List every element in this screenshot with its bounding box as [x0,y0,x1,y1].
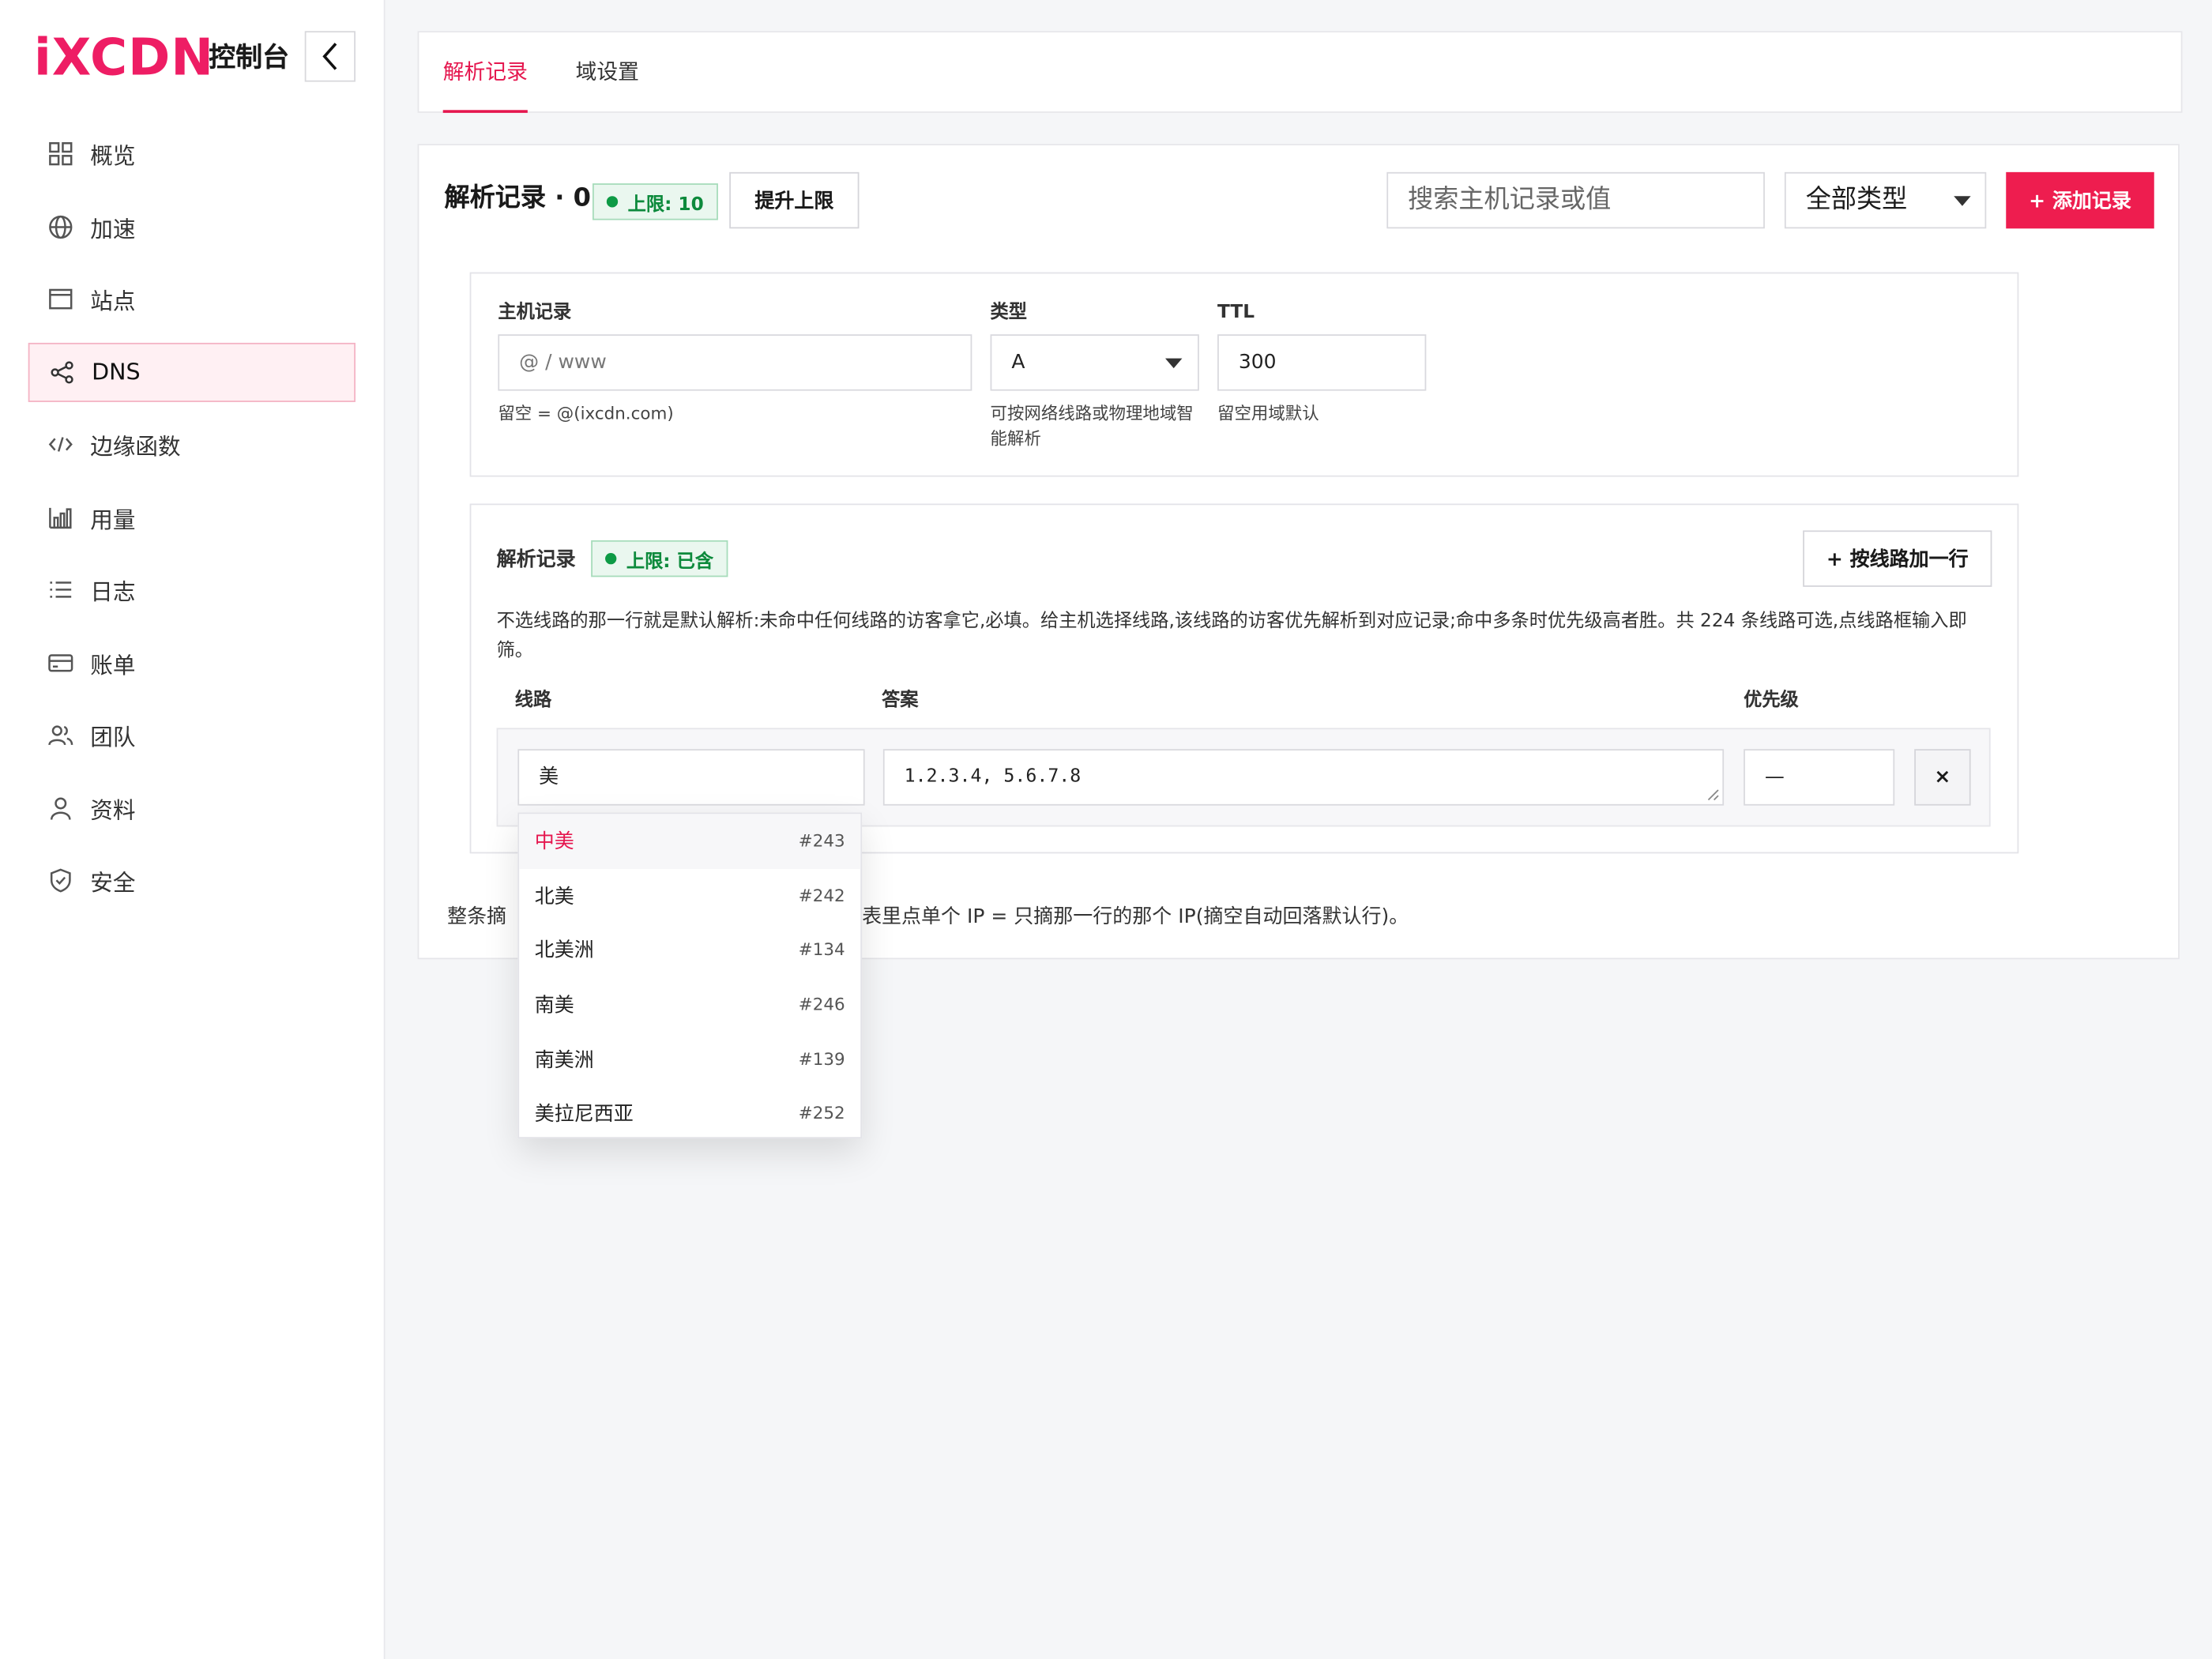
column-answer: 答案 [882,690,919,711]
add-line-row-button[interactable]: + 按线路加一行 [1803,530,1992,587]
sidebar-item-label: 团队 [90,724,136,750]
globe-icon [48,214,73,239]
sidebar: iXCDN 控制台 概览 加速 站点 DNS 边缘函数 用量 日志 账单 团队 … [0,0,386,1659]
dropdown-option[interactable]: 中美 #243 [519,814,861,869]
dropdown-option[interactable]: 美拉尼西亚 #252 [519,1086,860,1141]
sidebar-item-label: 账单 [90,651,136,679]
sidebar-item-label: 站点 [90,288,136,315]
type-select-value: A [1011,351,1025,374]
status-dot [606,196,619,208]
type-hint: 可按网络线路或物理地域智能解析 [990,403,1194,449]
sidebar-item-label: DNS [92,358,141,386]
type-filter-value: 全部类型 [1805,184,1908,215]
host-label: 主机记录 [498,302,572,323]
caret-down-icon [1164,358,1183,369]
type-select[interactable]: A [990,334,1199,391]
footer-note-left: 整条摘 [447,905,507,928]
window-icon [48,286,73,311]
code-icon [48,431,73,457]
type-filter-select[interactable]: 全部类型 [1784,171,1987,229]
sidebar-item-label: 边缘函数 [90,433,181,461]
raise-limit-button[interactable]: 提升上限 [729,171,860,229]
console-title: 控制台 [209,42,290,73]
tab-records[interactable]: 解析记录 [442,32,528,113]
tab-domain-settings[interactable]: 域设置 [576,32,639,111]
user-icon [48,795,73,820]
priority-input[interactable]: — [1744,749,1895,806]
ttl-label: TTL [1217,302,1255,323]
logo: iXCDN [33,29,214,88]
dropdown-option[interactable]: 南美 #246 [519,977,860,1032]
sidebar-item-security[interactable]: 安全 [28,851,356,910]
chevron-left-icon [322,43,337,70]
page: iXCDN 控制台 概览 加速 站点 DNS 边缘函数 用量 日志 账单 团队 … [0,0,2212,1659]
sidebar-item-label: 安全 [90,868,136,896]
search-input[interactable]: 搜索主机记录或值 [1386,171,1765,229]
sidebar-item-label: 概览 [90,142,136,170]
records-description: 不选线路的那一行就是默认解析:未命中任何线路的访客拿它,必填。给主机选择线路,该… [496,611,1967,662]
sidebar-item-label: 日志 [90,578,136,606]
footer-note-right: 表里点单个 IP = 只摘那一行的那个 IP(摘空自动回落默认行)。 [862,905,1409,928]
sidebar-item-overview[interactable]: 概览 [28,124,356,183]
list-icon [48,577,73,602]
line-dropdown: 中美 #243 北美 #242 北美洲 #134 南美 #246 南美洲 #13… [517,812,863,1141]
sidebar-item-acceleration[interactable]: 加速 [28,197,356,256]
tab-bar: 解析记录 域设置 [417,31,2183,113]
close-icon: × [1934,766,1951,789]
remove-row-button[interactable]: × [1914,749,1971,806]
sidebar-item-label: 用量 [90,506,136,533]
sidebar-item-profile[interactable]: 资料 [28,778,356,837]
record-form: 主机记录 @ / www 留空 = @(ixcdn.com) 类型 A 可按网络… [469,272,2019,477]
sidebar-item-label: 加速 [90,215,136,243]
sidebar-item-edge-functions[interactable]: 边缘函数 [28,415,356,474]
records-card: 解析记录 上限: 已含 + 按线路加一行 不选线路的那一行就是默认解析:未命中任… [469,503,2019,854]
shield-icon [48,867,73,893]
sidebar-item-label: 资料 [90,796,136,823]
sidebar-item-sites[interactable]: 站点 [28,269,356,329]
limit-badge: 上限: 10 [592,183,718,220]
dropdown-option[interactable]: 北美 #242 [519,868,860,923]
line-input[interactable]: 美 [517,749,865,806]
dropdown-option[interactable]: 南美洲 #139 [519,1032,860,1086]
team-icon [48,722,73,747]
limit-badge-text: 上限: 10 [627,194,704,216]
records-limit-badge: 上限: 已含 [591,540,728,577]
caret-down-icon [1954,196,1971,206]
sidebar-nav: 概览 加速 站点 DNS 边缘函数 用量 日志 账单 团队 资料 安全 [28,124,356,924]
card-icon [48,649,73,675]
dropdown-option[interactable]: 北美洲 #134 [519,923,860,977]
column-priority: 优先级 [1744,690,1799,711]
host-hint: 留空 = @(ixcdn.com) [498,403,674,423]
host-input[interactable]: @ / www [498,334,972,391]
bar-chart-icon [48,504,73,529]
column-line: 线路 [514,690,552,711]
type-label: 类型 [990,302,1028,323]
sidebar-item-team[interactable]: 团队 [28,705,356,765]
grid-icon [48,141,73,167]
panel-title: 解析记录 · 0 [444,183,592,213]
sidebar-item-dns[interactable]: DNS [28,342,356,402]
records-title: 解析记录 [496,548,576,572]
status-dot [605,552,617,565]
resize-handle-icon[interactable] [1707,788,1720,801]
records-badge-text: 上限: 已含 [626,551,714,573]
sidebar-item-usage[interactable]: 用量 [28,487,356,547]
collapse-sidebar-button[interactable] [304,31,356,82]
ttl-hint: 留空用域默认 [1217,403,1319,423]
add-record-button[interactable]: + 添加记录 [2006,171,2154,229]
sidebar-item-billing[interactable]: 账单 [28,633,356,692]
answer-textarea[interactable]: 1.2.3.4, 5.6.7.8 [882,749,1725,806]
share-icon [49,359,74,384]
ttl-input[interactable]: 300 [1217,334,1427,391]
answer-value: 1.2.3.4, 5.6.7.8 [904,766,1082,788]
sidebar-item-logs[interactable]: 日志 [28,560,356,619]
